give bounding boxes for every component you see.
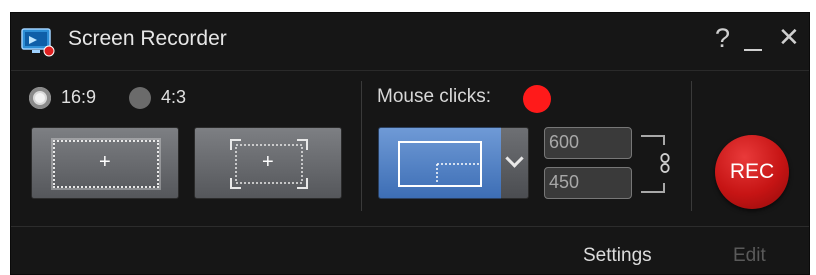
custom-region-button[interactable]: + — [194, 127, 342, 199]
screen-recorder-app-icon — [21, 28, 55, 57]
radio-4-3-label: 4:3 — [161, 87, 187, 107]
divider — [361, 81, 362, 211]
mouse-clicks-color-button[interactable] — [523, 85, 551, 113]
region-preset-button[interactable] — [378, 127, 502, 199]
region-preset-dropdown[interactable] — [501, 127, 529, 199]
divider — [691, 81, 692, 211]
edit-button-disabled: Edit — [733, 245, 766, 266]
record-button[interactable]: REC — [715, 135, 789, 209]
help-button[interactable]: ? — [715, 23, 730, 54]
radio-4-3[interactable] — [129, 87, 151, 109]
width-field[interactable]: 600 — [544, 127, 632, 159]
plus-icon: + — [262, 151, 274, 173]
height-field[interactable]: 450 — [544, 167, 632, 199]
fixed-region-button[interactable]: + — [31, 127, 179, 199]
title-bar[interactable]: Screen Recorder ? ✕ — [11, 13, 809, 71]
radio-16-9[interactable] — [29, 87, 51, 109]
window-title: Screen Recorder — [68, 27, 227, 50]
mouse-clicks-label: Mouse clicks: — [377, 86, 492, 107]
close-button[interactable]: ✕ — [778, 22, 800, 53]
link-bracket-top — [641, 135, 665, 145]
minimize-button[interactable] — [744, 49, 762, 51]
chain-link-icon[interactable] — [659, 153, 671, 173]
window-region-icon — [398, 141, 482, 187]
footer-divider — [11, 226, 809, 227]
settings-button[interactable]: Settings — [583, 245, 652, 267]
plus-icon: + — [99, 151, 111, 173]
chevron-down-icon — [505, 149, 524, 168]
screen-recorder-window: Screen Recorder ? ✕ 16:9 4:3 + + Mouse c… — [10, 12, 810, 275]
link-bracket-bottom — [641, 183, 665, 193]
record-button-label: REC — [729, 160, 775, 183]
radio-16-9-label: 16:9 — [61, 87, 97, 107]
